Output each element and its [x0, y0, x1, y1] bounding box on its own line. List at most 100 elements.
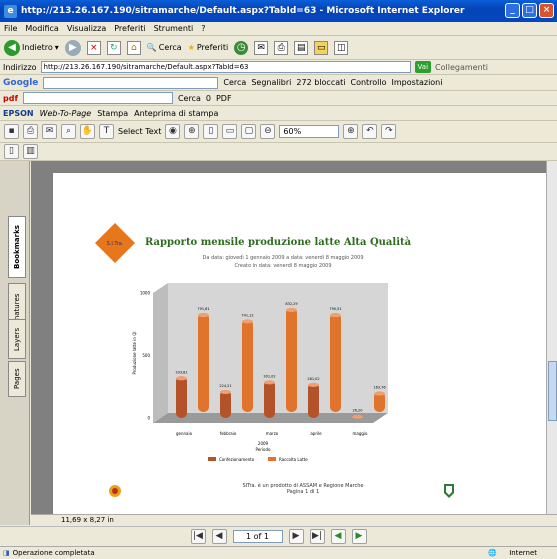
close-button[interactable]: × [539, 3, 554, 18]
previous-view-button[interactable]: ◀ [330, 529, 346, 544]
rotate-left-icon[interactable]: ↶ [362, 124, 378, 139]
continuous-icon[interactable]: ▥ [23, 144, 38, 159]
star-icon: ★ [187, 43, 195, 52]
actual-size-icon[interactable]: ▯ [203, 124, 219, 139]
maximize-button[interactable]: □ [522, 3, 537, 18]
zone-text: Internet [509, 549, 537, 557]
email-icon[interactable]: ✉ [42, 124, 57, 139]
mail-button[interactable]: ✉ [254, 40, 269, 55]
bar-marzo-confezionamento [264, 380, 275, 418]
sitra-logo-icon: S.I.Tra. [95, 223, 135, 263]
stop-button[interactable]: × [86, 40, 101, 55]
minimize-button[interactable]: _ [505, 3, 520, 18]
first-page-button[interactable]: |◀ [190, 529, 206, 544]
zoom-out-icon[interactable]: ⊖ [260, 124, 276, 139]
links-label[interactable]: Collegamenti [435, 63, 488, 72]
popup-blocked[interactable]: 272 bloccati [296, 78, 345, 87]
address-input[interactable]: http://213.26.167.190/sitramarche/Defaul… [40, 61, 411, 73]
pdf-search-button[interactable]: Cerca [178, 94, 201, 103]
single-page-icon[interactable]: ▯ [4, 144, 19, 159]
search-label: Cerca [158, 43, 182, 52]
search-button[interactable]: 🔍 Cerca [147, 43, 182, 52]
find-icon[interactable]: ⌕ [61, 124, 76, 139]
menu-visualizza[interactable]: Visualizza [67, 24, 106, 33]
page-navigation: |◀ ◀ 1 of 1 ▶ ▶| ◀ ▶ [0, 526, 557, 546]
next-view-button[interactable]: ▶ [351, 529, 367, 544]
legend-confezionamento: Confezionamento [219, 457, 255, 462]
print-epson-button[interactable]: Stampa [97, 109, 128, 118]
zoom-select[interactable]: 60% [279, 125, 340, 138]
messenger-button[interactable]: ◫ [334, 40, 349, 55]
y-axis-label: Produzione latte in Ql [132, 332, 137, 375]
menu-bar: File Modifica Visualizza Preferiti Strum… [0, 22, 557, 36]
data-label: 301,02 [263, 374, 275, 378]
prev-page-button[interactable]: ◀ [211, 529, 227, 544]
data-label: 741,12 [241, 313, 253, 317]
fit-page-icon[interactable]: ▭ [222, 124, 238, 139]
select-text-icon[interactable]: T [99, 124, 114, 139]
address-bar: Indirizzo http://213.26.167.190/sitramar… [0, 60, 557, 75]
status-text: Operazione completata [12, 549, 95, 557]
print-preview-button[interactable]: Anteprima di stampa [134, 109, 218, 118]
save-icon[interactable]: ▪ [4, 124, 19, 139]
refresh-button[interactable]: ↻ [106, 40, 121, 55]
print-button[interactable]: ⎙ [274, 40, 289, 55]
reader-toolbar: ▪ ⎙ ✉ ⌕ ✋ T Select Text ◉ ⊕ ▯ ▭ ▢ ⊖ 60% … [0, 121, 557, 143]
rotate-right-icon[interactable]: ↷ [381, 124, 397, 139]
navigation-panel: Bookmarks Signatures Layers Pages [0, 161, 30, 525]
bar-maggio-confezionamento [352, 414, 363, 419]
search-icon: 🔍 [146, 43, 157, 52]
menu-strumenti[interactable]: Strumenti [154, 24, 194, 33]
forward-button[interactable]: ▶ [64, 39, 81, 56]
back-arrow-icon: ◀ [4, 39, 20, 56]
menu-file[interactable]: File [4, 24, 17, 33]
data-label: 333,81 [175, 370, 187, 374]
hand-tool-icon[interactable]: ✋ [80, 124, 95, 139]
edit-button[interactable]: ▤ [294, 40, 309, 55]
menu-help[interactable]: ? [201, 24, 205, 33]
vertical-scrollbar[interactable] [546, 161, 557, 514]
fit-width-icon[interactable]: ▢ [241, 124, 257, 139]
document-area: S.I.Tra. Rapporto mensile produzione lat… [31, 161, 553, 518]
tab-layers[interactable]: Layers [8, 319, 26, 359]
google-search-input[interactable] [43, 76, 219, 89]
print-icon[interactable]: ⎙ [23, 124, 38, 139]
data-label: 26,20 [352, 409, 362, 413]
menu-modifica[interactable]: Modifica [25, 24, 58, 33]
legend-swatch-confezionamento [208, 457, 216, 461]
home-button[interactable]: ⌂ [126, 40, 141, 55]
menu-preferiti[interactable]: Preferiti [114, 24, 145, 33]
select-text-label[interactable]: Select Text [118, 127, 161, 136]
document-size-bar: 11,69 x 8,27 in [31, 514, 557, 526]
x-axis-label: Periodo [256, 447, 271, 452]
zoom-in-icon[interactable]: ⊕ [343, 124, 359, 139]
last-page-button[interactable]: ▶| [309, 529, 325, 544]
back-button[interactable]: ◀ Indietro ▾ [4, 39, 59, 56]
snapshot-icon[interactable]: ◉ [165, 124, 181, 139]
tab-bookmarks[interactable]: Bookmarks [8, 216, 26, 278]
data-label: 224,21 [219, 384, 231, 388]
history-button[interactable]: ◷ [234, 40, 249, 55]
standard-toolbar: ◀ Indietro ▾ ▶ × ↻ ⌂ 🔍 Cerca ★ Preferiti ◷ … [0, 36, 557, 60]
folder-button[interactable]: ▭ [314, 40, 329, 55]
scroll-thumb[interactable] [548, 361, 557, 421]
google-search-button[interactable]: Cerca [223, 78, 246, 87]
go-button[interactable]: Vai [414, 61, 432, 73]
zoom-icon[interactable]: ⊕ [184, 124, 200, 139]
tab-pages[interactable]: Pages [8, 361, 26, 397]
address-label: Indirizzo [3, 62, 37, 72]
pdf-search-input[interactable] [22, 92, 173, 104]
logo-text: S.I.Tra. [107, 241, 124, 247]
next-page-button[interactable]: ▶ [288, 529, 304, 544]
pdf-button[interactable]: PDF [216, 94, 232, 103]
data-label: 832,29 [285, 302, 297, 306]
page-number-field[interactable]: 1 of 1 [232, 530, 283, 543]
ie-page-icon: ◨ [3, 549, 10, 557]
web-to-page-menu[interactable]: Web-To-Page [40, 109, 92, 118]
spellcheck-button[interactable]: Controllo [350, 78, 386, 87]
settings-button[interactable]: Impostazioni [392, 78, 443, 87]
favorites-label: Preferiti [196, 43, 229, 52]
bookmarks-button[interactable]: Segnalibri [251, 78, 291, 87]
favorites-button[interactable]: ★ Preferiti [188, 43, 229, 52]
regione-marche-logo-icon [444, 484, 454, 498]
